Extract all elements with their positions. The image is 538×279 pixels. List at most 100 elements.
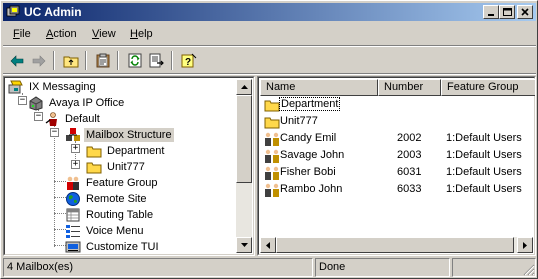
scroll-down-button[interactable]	[236, 237, 252, 253]
tree-label: Customize TUI	[86, 241, 159, 253]
mailbox-name: Savage John	[280, 149, 345, 161]
table-icon	[65, 207, 81, 223]
title-bar[interactable]: UC Admin	[3, 3, 536, 21]
up-one-level-button[interactable]	[61, 51, 81, 70]
tree-item-avaya-ip-office[interactable]: Avaya IP Office	[28, 95, 126, 111]
export-list-button[interactable]	[147, 51, 167, 70]
tree-collapse-toggle[interactable]: −	[18, 96, 27, 105]
list-scroll-thumb[interactable]	[276, 237, 514, 253]
tree-label: IX Messaging	[29, 81, 96, 93]
tree-label: Feature Group	[86, 177, 158, 189]
tree-label: Avaya IP Office	[49, 97, 125, 109]
mailbox-number: 2003	[397, 149, 422, 161]
mailbox-number: 2002	[397, 132, 422, 144]
globe-icon	[65, 191, 81, 207]
menu-help-rest: elp	[137, 28, 153, 40]
menu-help[interactable]: Help	[130, 28, 153, 40]
size-grip-icon[interactable]	[523, 264, 535, 276]
ix-messaging-icon	[8, 79, 24, 95]
list-item[interactable]: Department	[260, 96, 516, 113]
tree-item-feature-group[interactable]: Feature Group	[65, 175, 160, 191]
column-header-feature-group[interactable]: Feature Group	[441, 79, 535, 96]
tree-collapse-toggle[interactable]: −	[34, 112, 43, 121]
tree-expand-toggle[interactable]: +	[71, 160, 80, 169]
close-button[interactable]	[517, 5, 533, 19]
table-row[interactable]: Candy Emil 2002 1:Default Users	[260, 130, 522, 147]
maximize-button[interactable]	[499, 5, 515, 19]
menu-separator	[3, 45, 536, 47]
close-icon	[521, 8, 529, 16]
help-icon: ?	[181, 53, 197, 68]
svg-text:?: ?	[185, 57, 191, 68]
tree-expand-toggle[interactable]: +	[71, 144, 80, 153]
scroll-left-button[interactable]	[260, 237, 276, 253]
menu-help-key: H	[130, 28, 138, 40]
voice-menu-icon	[65, 223, 81, 239]
menu-view[interactable]: View	[92, 28, 116, 40]
list-horizontal-scrollbar[interactable]	[260, 237, 533, 253]
back-arrow-icon	[10, 54, 24, 67]
scroll-right-button[interactable]	[517, 237, 533, 253]
back-button[interactable]	[7, 51, 27, 70]
list-pane: Name Number Feature Group Department Uni…	[257, 76, 536, 256]
table-row[interactable]: Savage John 2003 1:Default Users	[260, 147, 522, 164]
scroll-up-button[interactable]	[236, 79, 252, 95]
status-state: Done	[315, 258, 450, 277]
tree-item-remote-site[interactable]: Remote Site	[65, 191, 149, 207]
toolbar-separator	[171, 51, 173, 70]
column-header-name[interactable]: Name	[260, 79, 378, 96]
list-item-name: Unit777	[280, 115, 318, 127]
toolbar-separator	[117, 51, 119, 70]
tree-item-customize-tui[interactable]: Customize TUI	[65, 239, 161, 255]
tree-item-default[interactable]: Default	[44, 111, 102, 127]
column-header-number[interactable]: Number	[378, 79, 441, 96]
tree-collapse-toggle[interactable]: −	[50, 128, 59, 137]
tree-item-mailbox-structure[interactable]: Mailbox Structure	[65, 127, 174, 143]
tree-item-ix-messaging[interactable]: IX Messaging	[8, 79, 98, 95]
help-button[interactable]: ?	[179, 51, 199, 70]
forward-arrow-icon	[32, 54, 46, 67]
maximize-icon	[502, 8, 512, 16]
properties-button[interactable]	[93, 51, 113, 70]
tree-scroll-thumb[interactable]	[236, 95, 252, 183]
mailbox-feature-group: 1:Default Users	[446, 132, 522, 144]
tree-pane: − − − + + IX Messaging Avaya IP Office D…	[3, 76, 255, 256]
menu-file-key: F	[13, 28, 20, 40]
tree-item-department[interactable]: Department	[86, 143, 166, 159]
folder-icon	[86, 159, 102, 175]
mailbox-name: Rambo John	[280, 183, 343, 195]
minimize-icon	[488, 14, 494, 16]
table-row[interactable]: Rambo John 6033 1:Default Users	[260, 181, 522, 198]
up-folder-icon	[63, 56, 79, 67]
tree-item-routing-table[interactable]: Routing Table	[65, 207, 155, 223]
mailbox-name: Fisher Bobi	[280, 166, 336, 178]
toolbar-separator	[85, 51, 87, 70]
arrow-right-icon	[523, 241, 527, 249]
customize-icon	[65, 239, 81, 255]
menu-file[interactable]: File	[13, 28, 31, 40]
mailbox-feature-group: 1:Default Users	[446, 183, 522, 195]
tree-item-voice-menu[interactable]: Voice Menu	[65, 223, 145, 239]
mailbox-feature-group: 1:Default Users	[446, 149, 522, 161]
uc-admin-icon	[6, 5, 20, 17]
list-item-name: Department	[279, 97, 341, 111]
arrow-down-icon	[240, 243, 248, 247]
tree-label: Mailbox Structure	[84, 128, 174, 142]
table-row[interactable]: Fisher Bobi 6031 1:Default Users	[260, 164, 522, 181]
forward-button[interactable]	[29, 51, 49, 70]
status-mailbox-count: 4 Mailbox(es)	[3, 258, 313, 277]
menu-view-rest: iew	[99, 28, 116, 40]
tree-item-unit777[interactable]: Unit777	[86, 159, 147, 175]
export-list-icon	[149, 53, 164, 68]
tree-label: Unit777	[107, 161, 145, 173]
mailbox-feature-group: 1:Default Users	[446, 166, 522, 178]
tree-label: Voice Menu	[86, 225, 144, 237]
mailbox-name: Candy Emil	[280, 132, 337, 144]
list-item[interactable]: Unit777	[260, 113, 516, 130]
refresh-button[interactable]	[125, 51, 145, 70]
mailbox-structure-icon	[65, 127, 81, 143]
menu-action[interactable]: Action	[46, 28, 77, 40]
minimize-button[interactable]	[483, 5, 499, 19]
tree-vertical-scrollbar[interactable]	[236, 79, 252, 253]
server-icon	[28, 95, 44, 111]
